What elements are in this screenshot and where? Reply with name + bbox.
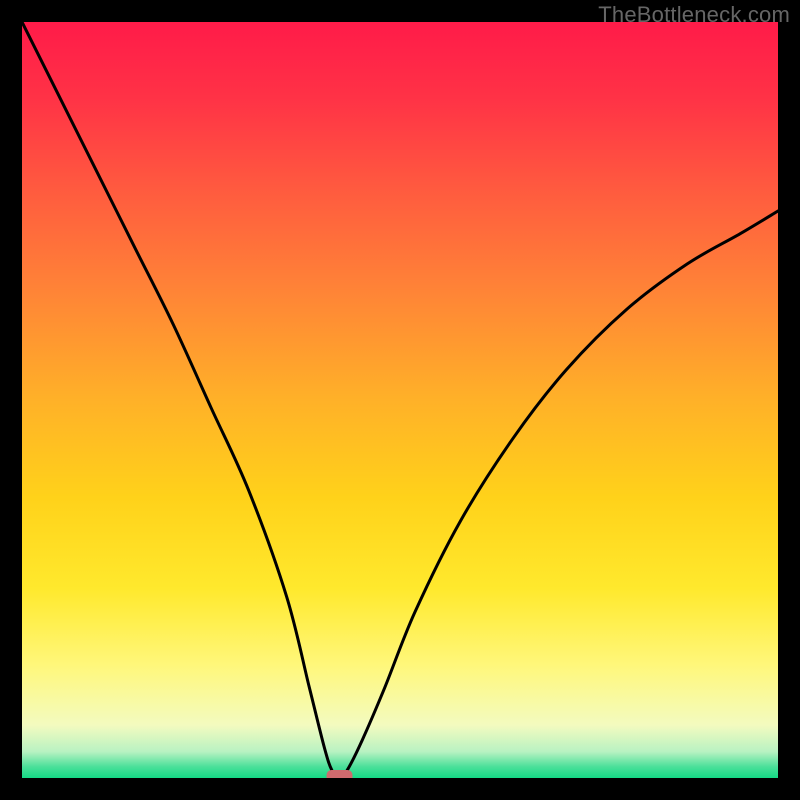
chart-background-gradient — [22, 22, 778, 778]
chart-outer-frame: TheBottleneck.com — [0, 0, 800, 800]
optimal-point-marker — [327, 770, 353, 778]
chart-svg — [22, 22, 778, 778]
watermark-text: TheBottleneck.com — [598, 2, 790, 28]
chart-plot-area — [22, 22, 778, 778]
